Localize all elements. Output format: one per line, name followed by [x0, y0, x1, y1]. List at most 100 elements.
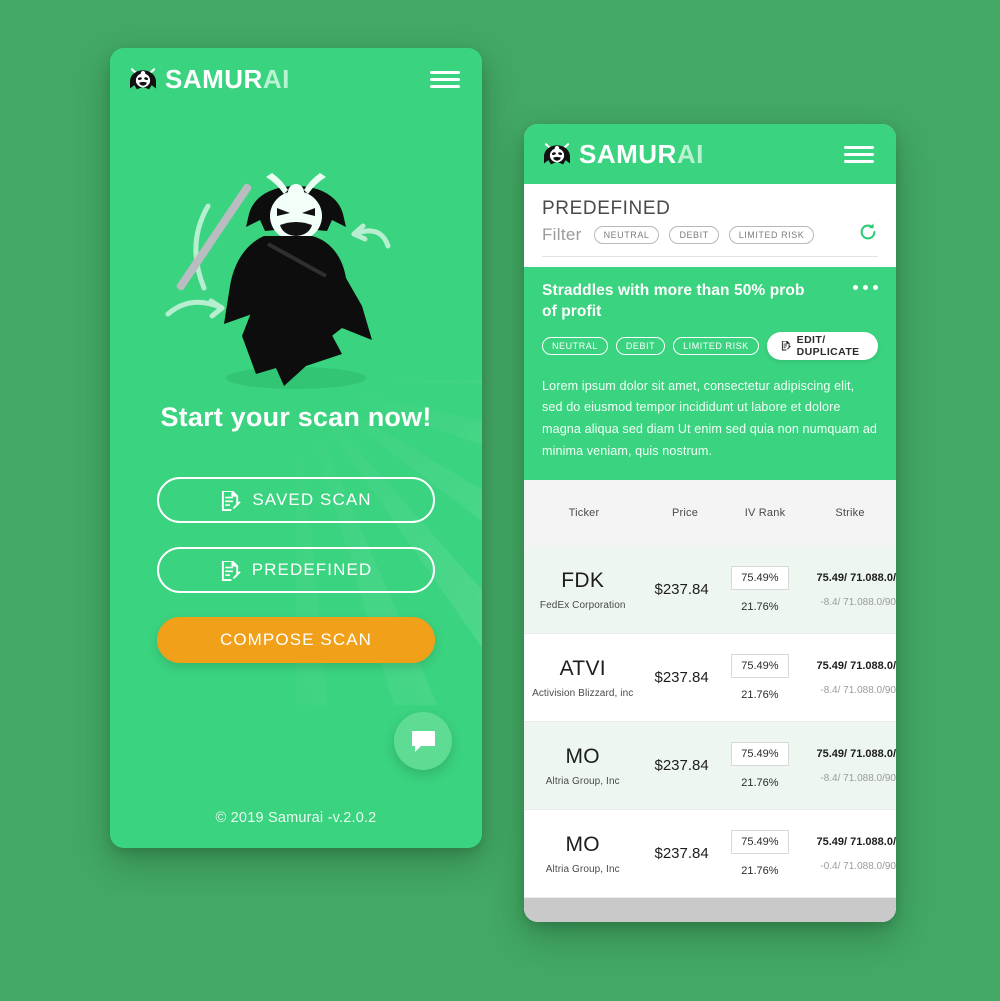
- bottom-scroll-bar[interactable]: [524, 898, 896, 922]
- samurai-helmet-icon: [130, 67, 156, 90]
- ticker-symbol: FDK: [561, 568, 605, 592]
- edit-duplicate-button[interactable]: EDIT/ DUPLICATE: [766, 331, 878, 360]
- refresh-button[interactable]: [858, 222, 878, 247]
- filter-chip-debit[interactable]: DEBIT: [669, 225, 719, 244]
- cell-strike: 75.49/ 71.088.0/ -8.4/ 71.088.0/90: [798, 660, 896, 696]
- filter-section: PREDEFINED Filter NEUTRAL DEBIT LIMITED …: [524, 184, 896, 267]
- table-row[interactable]: MO Altria Group, Inc $237.84 75.49% 21.7…: [524, 810, 896, 898]
- cell-iv-rank: 75.49% 21.76%: [722, 742, 798, 789]
- hamburger-menu-icon[interactable]: [844, 145, 874, 163]
- column-header-ticker[interactable]: Ticker: [524, 507, 644, 519]
- predefined-button[interactable]: PREDEFINED: [157, 547, 435, 593]
- cell-ticker: ATVI Activision Blizzard, inc: [524, 657, 641, 699]
- iv-rank-secondary: 21.76%: [741, 865, 779, 878]
- strategy-description: Lorem ipsum dolor sit amet, consectetur …: [542, 378, 878, 458]
- action-button-stack: SAVED SCAN PREDEFINED COMPOSE SCAN: [157, 477, 435, 663]
- cell-price: $237.84: [654, 669, 709, 687]
- column-header-strike[interactable]: Strike: [804, 507, 896, 519]
- filter-row: Filter NEUTRAL DEBIT LIMITED RISK: [542, 222, 878, 247]
- ticker-company: Altria Group, Inc: [545, 775, 620, 787]
- filter-divider: [542, 256, 878, 257]
- cell-price: $237.84: [654, 757, 709, 775]
- left-top-bar: SAMURAI: [110, 48, 482, 110]
- strike-primary: 75.49/ 71.088.0/: [816, 571, 896, 584]
- strategy-header: Straddles with more than 50% prob of pro…: [542, 281, 878, 323]
- table-row[interactable]: FDK FedEx Corporation $237.84 75.49% 21.…: [524, 546, 896, 635]
- chat-fab-button[interactable]: [394, 712, 452, 770]
- refresh-icon: [860, 223, 876, 240]
- document-edit-icon: [222, 490, 242, 511]
- compose-scan-label: COMPOSE SCAN: [219, 630, 373, 649]
- iv-rank-value: 75.49%: [731, 742, 789, 767]
- right-top-bar: SAMURAI: [524, 124, 896, 184]
- strike-secondary: -8.4/ 71.088.0/90: [820, 772, 896, 784]
- samurai-warrior-illustration: [165, 173, 391, 389]
- brand-name-main: SAMUR: [579, 139, 677, 169]
- brand-logo[interactable]: SAMURAI: [542, 141, 704, 167]
- document-edit-icon: [221, 560, 241, 581]
- copyright-text: © 2019 Samurai -v.2.0.2: [215, 810, 377, 826]
- table-row[interactable]: MO Altria Group, Inc $237.84 75.49% 21.7…: [524, 722, 896, 811]
- strike-primary: 75.49/ 71.088.0/: [816, 835, 896, 848]
- cell-ticker: MO Altria Group, Inc: [524, 745, 641, 787]
- left-screen-body: Start your scan now! SAVED SCAN PREDEFIN…: [110, 110, 482, 848]
- brand-name: SAMURAI: [579, 141, 704, 167]
- compose-scan-button[interactable]: COMPOSE SCAN: [157, 617, 435, 663]
- filter-chip-neutral[interactable]: NEUTRAL: [593, 225, 660, 244]
- brand-name-accent: AI: [676, 139, 704, 169]
- strike-secondary: -8.4/ 71.088.0/90: [820, 684, 896, 696]
- ticker-company: Activision Blizzard, inc: [532, 687, 634, 699]
- section-title: PREDEFINED: [542, 198, 671, 219]
- right-screen-body: PREDEFINED Filter NEUTRAL DEBIT LIMITED …: [524, 184, 896, 922]
- more-options-icon[interactable]: [853, 281, 878, 290]
- strategy-chip-debit[interactable]: DEBIT: [615, 336, 666, 355]
- column-header-iv-rank[interactable]: IV Rank: [726, 507, 804, 519]
- ticker-symbol: MO: [565, 744, 600, 768]
- iv-rank-value: 75.49%: [731, 654, 789, 679]
- edit-duplicate-label: EDIT/ DUPLICATE: [796, 333, 860, 358]
- strategy-title: Straddles with more than 50% prob of pro…: [542, 282, 805, 320]
- cell-price: $237.84: [654, 581, 709, 599]
- samurai-helmet-icon: [544, 142, 570, 165]
- iv-rank-value: 75.49%: [731, 830, 789, 855]
- filter-label: Filter: [542, 224, 582, 244]
- brand-name: SAMURAI: [165, 66, 290, 92]
- strategy-chip-limited-risk[interactable]: LIMITED RISK: [673, 336, 759, 355]
- cell-strike: 75.49/ 71.088.0/ -8.4/ 71.088.0/90: [798, 748, 896, 784]
- cell-strike: 75.49/ 71.088.0/ -8.4/ 71.088.0/90: [798, 572, 896, 608]
- iv-rank-secondary: 21.76%: [741, 689, 779, 702]
- phone-left: SAMURAI Start your scan now! SAVED SCAN …: [110, 48, 482, 848]
- table-row[interactable]: ATVI Activision Blizzard, inc $237.84 75…: [524, 634, 896, 723]
- phone-right: SAMURAI PREDEFINED Filter NEUTRAL DEBIT …: [524, 124, 896, 922]
- hamburger-menu-icon[interactable]: [430, 70, 460, 88]
- table-header-row: Ticker Price IV Rank Strike: [524, 480, 896, 547]
- iv-rank-secondary: 21.76%: [741, 601, 779, 614]
- strike-primary: 75.49/ 71.088.0/: [816, 659, 896, 672]
- results-table: Ticker Price IV Rank Strike FDK FedEx Co…: [524, 480, 896, 898]
- ticker-company: Altria Group, Inc: [545, 863, 620, 875]
- saved-scan-label: SAVED SCAN: [252, 490, 372, 509]
- document-edit-icon: [781, 341, 791, 351]
- strategy-chip-row: NEUTRAL DEBIT LIMITED RISK EDIT/ DUPLICA…: [542, 331, 878, 360]
- cell-ticker: FDK FedEx Corporation: [524, 569, 641, 611]
- cell-iv-rank: 75.49% 21.76%: [722, 654, 798, 701]
- page-title: Start your scan now!: [160, 402, 432, 432]
- mockup-canvas: SAMURAI Start your scan now! SAVED SCAN …: [0, 0, 1000, 1001]
- strike-secondary: -8.4/ 71.088.0/90: [820, 596, 896, 608]
- brand-name-main: SAMUR: [165, 64, 263, 94]
- ticker-symbol: ATVI: [559, 656, 606, 680]
- strategy-chip-neutral[interactable]: NEUTRAL: [542, 336, 608, 355]
- cell-iv-rank: 75.49% 21.76%: [722, 566, 798, 613]
- chat-bubble-icon: [411, 730, 435, 752]
- strategy-card: Straddles with more than 50% prob of pro…: [524, 267, 896, 481]
- brand-logo[interactable]: SAMURAI: [128, 66, 290, 92]
- strike-primary: 75.49/ 71.088.0/: [816, 747, 896, 760]
- strike-secondary: -0.4/ 71.088.0/90: [820, 860, 896, 872]
- brand-name-accent: AI: [262, 64, 290, 94]
- iv-rank-secondary: 21.76%: [741, 777, 779, 790]
- column-header-price[interactable]: Price: [644, 507, 726, 519]
- predefined-label: PREDEFINED: [251, 560, 373, 579]
- saved-scan-button[interactable]: SAVED SCAN: [157, 477, 435, 523]
- filter-chip-limited-risk[interactable]: LIMITED RISK: [728, 225, 815, 244]
- ticker-company: FedEx Corporation: [539, 599, 626, 611]
